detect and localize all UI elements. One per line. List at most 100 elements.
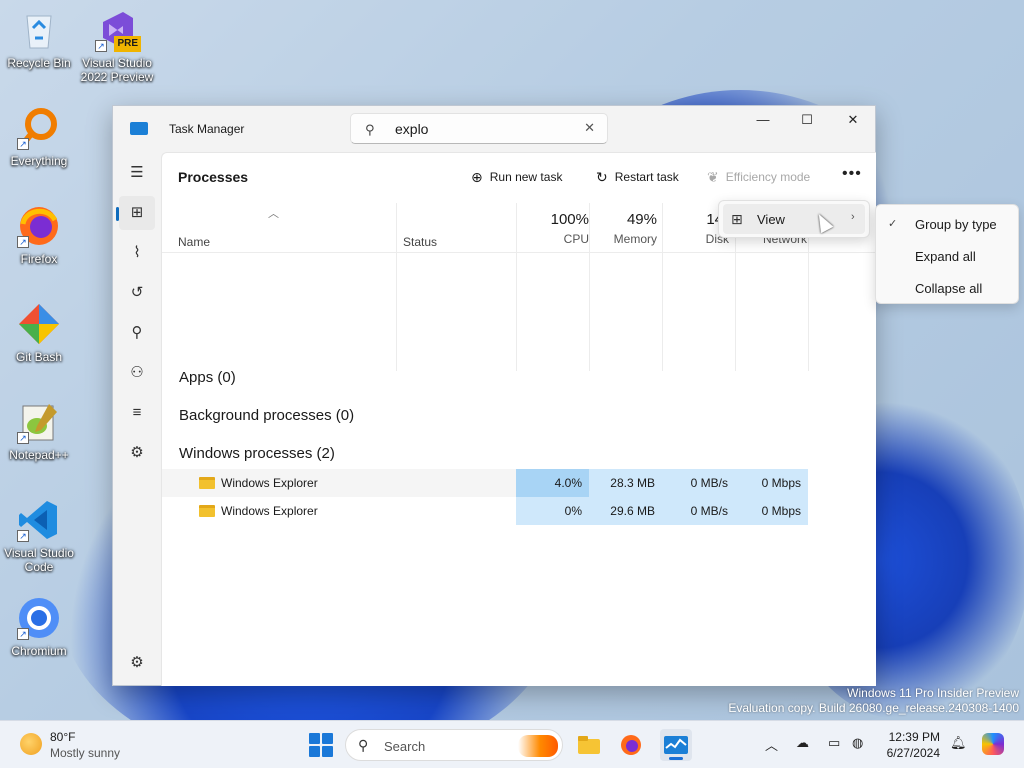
column-divider <box>662 203 663 371</box>
firefox-icon <box>621 735 641 755</box>
chromium-icon: ↗ <box>17 596 61 640</box>
services-icon[interactable]: ⚙ <box>119 436 155 470</box>
start-button[interactable] <box>309 733 333 757</box>
desktop-icon-firefox[interactable]: ↗ Firefox <box>2 204 76 266</box>
expand-all-label: Expand all <box>915 249 976 264</box>
app-history-icon[interactable]: ↺ <box>119 276 155 310</box>
efficiency-mode-button[interactable]: ❦ Efficiency mode <box>707 166 810 188</box>
column-header-name[interactable]: Name <box>178 235 210 249</box>
search-input[interactable] <box>395 120 575 138</box>
taskbar-file-explorer[interactable] <box>573 729 605 761</box>
minimize-button[interactable]: — <box>740 106 786 136</box>
menu-item-collapse-all[interactable]: Collapse all <box>876 272 1018 302</box>
menu-item-group-by-type[interactable]: ✓ Group by type <box>876 208 1018 238</box>
table-row[interactable]: Windows Explorer 0% 29.6 MB 0 MB/s 0 Mbp… <box>162 497 808 525</box>
notepad-plus-plus-icon: ↗ <box>17 400 61 444</box>
process-name: Windows Explorer <box>221 476 318 490</box>
desktop-icon-git-bash[interactable]: Git Bash <box>2 302 76 364</box>
group-background-processes[interactable]: Background processes (0) <box>179 407 354 424</box>
evaluation-watermark: Windows 11 Pro Insider Preview Evaluatio… <box>728 686 1019 716</box>
maximize-button[interactable]: ☐ <box>784 106 830 136</box>
command-bar: Processes ⊕ Run new task ↻ Restart task … <box>162 153 876 201</box>
onedrive-icon[interactable]: ☁ <box>796 735 809 751</box>
weather-description: Mostly sunny <box>50 746 121 760</box>
column-divider <box>516 203 517 371</box>
desktop-icon-chromium[interactable]: ↗ Chromium <box>2 596 76 658</box>
column-header-cpu[interactable]: 100% CPU <box>517 211 589 246</box>
desktop-icon-visual-studio[interactable]: PRE ↗ Visual Studio 2022 Preview <box>80 8 154 84</box>
restart-task-label: Restart task <box>614 170 679 184</box>
performance-icon[interactable]: ⌇ <box>119 236 155 270</box>
view-submenu: ✓ Group by type Expand all Collapse all <box>875 204 1019 304</box>
taskbar-search[interactable]: ⚲ Search <box>345 729 563 761</box>
shortcut-arrow-icon: ↗ <box>17 236 29 248</box>
desktop-icon-vscode[interactable]: ↗ Visual Studio Code <box>2 498 76 574</box>
processes-icon[interactable]: ⊞ <box>116 196 155 230</box>
menu-item-expand-all[interactable]: Expand all <box>876 240 1018 270</box>
table-row[interactable]: Windows Explorer 4.0% 28.3 MB 0 MB/s 0 M… <box>162 469 808 497</box>
show-hidden-icons-chevron-icon[interactable]: ︿ <box>765 735 778 754</box>
window-title: Task Manager <box>169 122 245 136</box>
memory-total: 49% <box>626 211 657 228</box>
clear-search-icon[interactable]: ✕ <box>584 120 595 136</box>
shortcut-arrow-icon: ↗ <box>17 432 29 444</box>
column-header-memory[interactable]: 49% Memory <box>590 211 657 246</box>
settings-icon[interactable]: ⚙ <box>119 646 155 680</box>
more-options-button[interactable]: ••• <box>842 165 862 183</box>
display-icon[interactable]: ▭ <box>828 735 840 751</box>
search-icon: ⚲ <box>365 122 375 137</box>
shortcut-arrow-icon: ↗ <box>17 530 29 542</box>
memory-label: Memory <box>613 232 657 246</box>
network-cell: 0 Mbps <box>735 497 808 525</box>
network-icon[interactable]: ◍ <box>852 735 863 751</box>
column-divider <box>396 203 397 371</box>
clock-date: 6/27/2024 <box>886 746 940 760</box>
shortcut-arrow-icon: ↗ <box>17 628 29 640</box>
desktop-icon-notepad-plus-plus[interactable]: ↗ Notepad++ <box>2 400 76 462</box>
sun-icon <box>20 733 42 755</box>
users-icon[interactable]: ⚇ <box>119 356 155 390</box>
cpu-cell: 4.0% <box>516 469 589 497</box>
close-button[interactable]: ✕ <box>830 106 876 136</box>
group-by-type-label: Group by type <box>915 217 997 232</box>
efficiency-mode-label: Efficiency mode <box>725 170 811 184</box>
desktop-icon-label: Visual Studio 2022 Preview <box>80 56 154 84</box>
details-icon[interactable]: ≡ <box>119 396 155 430</box>
view-grid-icon: ⊞ <box>731 211 743 227</box>
taskbar-firefox[interactable] <box>615 729 647 761</box>
collapse-all-label: Collapse all <box>915 281 983 296</box>
taskbar-task-manager[interactable] <box>660 729 692 761</box>
system-clock[interactable]: 12:39 PM 6/27/2024 <box>882 729 940 761</box>
shortcut-arrow-icon: ↗ <box>95 40 107 52</box>
memory-cell: 28.3 MB <box>589 469 662 497</box>
shortcut-arrow-icon: ↗ <box>17 138 29 150</box>
desktop-icon-everything[interactable]: ↗ Everything <box>2 106 76 168</box>
desktop-icon-label: Firefox <box>20 252 58 266</box>
recycle-bin-icon <box>17 8 61 52</box>
vscode-icon: ↗ <box>17 498 61 542</box>
visual-studio-icon: PRE ↗ <box>95 8 141 52</box>
group-apps[interactable]: Apps (0) <box>179 369 236 386</box>
restart-icon: ↻ <box>596 168 608 185</box>
column-header-status[interactable]: Status <box>403 235 437 249</box>
run-new-task-button[interactable]: ⊕ Run new task <box>471 166 562 188</box>
disk-cell: 0 MB/s <box>662 469 735 497</box>
menu-item-view[interactable]: ⊞ View › <box>723 204 865 234</box>
search-box[interactable]: ⚲ ✕ <box>350 113 608 144</box>
desktop-icon-recycle-bin[interactable]: Recycle Bin <box>2 8 76 70</box>
desktop-icon-label: Visual Studio Code <box>4 546 74 574</box>
startup-apps-icon[interactable]: ⚲ <box>119 316 155 350</box>
copilot-icon[interactable] <box>982 733 1004 755</box>
run-new-task-label: Run new task <box>489 170 563 184</box>
title-bar[interactable]: Task Manager ⚲ ✕ — ☐ ✕ <box>113 106 875 152</box>
hamburger-menu-icon[interactable]: ☰ <box>119 156 155 190</box>
memory-cell: 29.6 MB <box>589 497 662 525</box>
sort-ascending-icon: ︿ <box>268 208 279 220</box>
folder-icon <box>578 736 600 754</box>
restart-task-button[interactable]: ↻ Restart task <box>596 166 679 188</box>
chevron-right-icon: › <box>851 211 855 223</box>
watermark-line: Evaluation copy. Build 26080.ge_release.… <box>728 701 1019 715</box>
desktop-icon-label: Everything <box>10 154 68 168</box>
notification-bell-icon[interactable]: 🔔︎ <box>950 735 967 751</box>
group-windows-processes[interactable]: Windows processes (2) <box>179 445 335 462</box>
